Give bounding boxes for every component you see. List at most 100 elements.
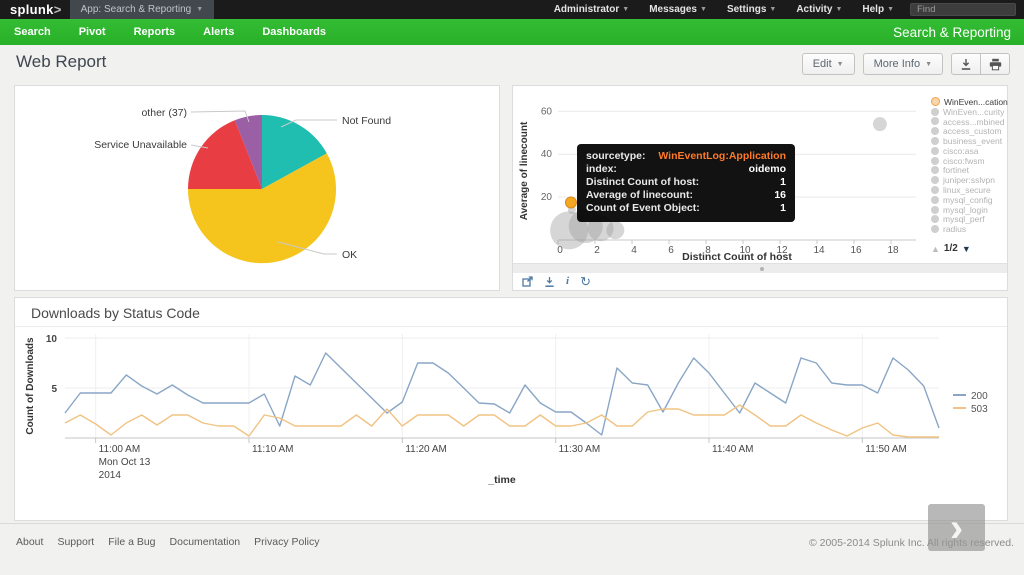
series-line-200[interactable] xyxy=(64,352,940,436)
x-tick-label: 4 xyxy=(631,245,637,256)
scatter-bubble[interactable] xyxy=(606,221,625,240)
chevron-right-icon: › xyxy=(949,505,964,550)
footer-link-privacy-policy[interactable]: Privacy Policy xyxy=(254,536,319,548)
legend-item-juniper-sslvpn[interactable]: juniper:sslvpn xyxy=(931,175,1007,185)
tooltip-label: Count of Event Object: xyxy=(586,202,700,214)
nav-items: Search Pivot Reports Alerts Dashboards xyxy=(0,19,340,45)
tooltip-label: index: xyxy=(586,163,617,175)
scatter-legend: WinEven...cation WinEven...curity access..… xyxy=(931,97,1008,234)
menu-label: Messages xyxy=(649,4,697,15)
nav-dashboards[interactable]: Dashboards xyxy=(248,19,340,45)
y-tick-label: 10 xyxy=(46,334,58,345)
pie-chart-panel: Not Found OK Service Unavailable other (37) xyxy=(14,85,500,291)
legend-item-mysql-config[interactable]: mysql_config xyxy=(931,195,1007,205)
nav-pivot[interactable]: Pivot xyxy=(65,19,120,45)
print-icon xyxy=(989,58,1001,70)
print-button[interactable] xyxy=(980,53,1010,75)
series-line-503[interactable] xyxy=(64,404,939,438)
x-tick-label: 18 xyxy=(887,245,899,256)
legend-item-linux-secure[interactable]: linux_secure xyxy=(931,185,1007,195)
line-chart-panel: Downloads by Status Code 5 10 11:00 AM Mon … xyxy=(14,297,1008,521)
menu-activity[interactable]: Activity ▼ xyxy=(796,4,842,15)
pie-chart[interactable]: Not Found OK Service Unavailable other (37) xyxy=(15,86,499,290)
legend-item-label: cisco:asa xyxy=(943,145,979,156)
menu-messages[interactable]: Messages ▼ xyxy=(649,4,707,15)
line-x-axis-label: _time xyxy=(487,474,516,486)
legend-item-fortinet[interactable]: fortinet xyxy=(931,165,1007,175)
page-down-icon[interactable]: ▼ xyxy=(962,244,971,254)
splunk-dashboard-app: splunk> App: Search & Reporting ▼ Admini… xyxy=(0,0,1024,575)
legend-item-label: juniper:sslvpn xyxy=(943,175,995,186)
legend-item-label: radius xyxy=(943,224,967,235)
next-overlay-button[interactable]: › xyxy=(928,504,985,551)
legend-swatch-icon xyxy=(931,146,939,155)
legend-swatch-icon xyxy=(931,97,940,107)
legend-item-access-mbined[interactable]: access...mbined xyxy=(931,117,1007,127)
chevron-down-icon: ▼ xyxy=(769,6,777,13)
legend-item-label: mysql_config xyxy=(943,194,993,205)
pie-label-not-found: Not Found xyxy=(342,115,391,127)
legend-item-access-custom[interactable]: access_custom xyxy=(931,126,1007,136)
legend-item-cisco-asa[interactable]: cisco:asa xyxy=(931,146,1007,156)
menu-help[interactable]: Help ▼ xyxy=(862,4,894,15)
tooltip-value: 16 xyxy=(774,189,786,201)
nav-search[interactable]: Search xyxy=(0,19,65,45)
legend-item-label: business_event xyxy=(943,136,1003,147)
scatter-y-axis-label: Average of linecount xyxy=(519,121,530,220)
line-y-axis-label: Count of Downloads xyxy=(25,337,36,435)
x-tick-label: 11:50 AM xyxy=(865,444,907,455)
legend-item-label: cisco:fwsm xyxy=(943,155,985,166)
edit-button[interactable]: Edit ▼ xyxy=(801,53,855,75)
footer-link-support[interactable]: Support xyxy=(57,536,94,548)
more-info-button[interactable]: More Info ▼ xyxy=(862,53,943,75)
legend-swatch-icon xyxy=(931,205,939,214)
menu-administrator[interactable]: Administrator ▼ xyxy=(554,4,630,15)
menu-label: Activity xyxy=(796,4,833,15)
download-button[interactable] xyxy=(951,53,981,75)
legend-item-label[interactable]: 503 xyxy=(971,404,988,415)
legend-item-wineven-curity[interactable]: WinEven...curity xyxy=(931,107,1007,117)
legend-item-mysql-perf[interactable]: mysql_perf xyxy=(931,214,1007,224)
x-tick-date-label: Mon Oct 13 xyxy=(99,457,151,468)
scatter-bubble[interactable] xyxy=(872,117,887,132)
top-menus: Administrator ▼ Messages ▼ Settings ▼ Activity… xyxy=(554,4,894,15)
legend-swatch-icon xyxy=(931,225,939,234)
export-icon[interactable] xyxy=(544,276,555,288)
legend-page-indicator: 1/2 xyxy=(943,243,958,254)
footer-link-about[interactable]: About xyxy=(16,536,43,548)
legend-item-business-event[interactable]: business_event xyxy=(931,136,1007,146)
legend-item-cisco-fwsm[interactable]: cisco:fwsm xyxy=(931,156,1007,166)
menu-settings[interactable]: Settings ▼ xyxy=(727,4,776,15)
chevron-down-icon: ▼ xyxy=(196,6,204,13)
line-chart[interactable]: 5 10 11:00 AM Mon Oct 13 2014 11:10 AM 11:20 A… xyxy=(15,298,1007,520)
legend-item-radius[interactable]: radius xyxy=(931,224,1007,234)
tooltip-value: oidemo xyxy=(748,163,786,175)
legend-item-label: WinEven...curity xyxy=(943,106,1005,117)
find-input[interactable] xyxy=(910,3,1016,16)
open-in-search-icon[interactable] xyxy=(522,276,533,287)
footer-divider xyxy=(0,523,1024,524)
nav-alerts[interactable]: Alerts xyxy=(189,19,248,45)
scrollbar-handle[interactable] xyxy=(760,267,764,271)
menu-label: Administrator xyxy=(553,4,620,15)
horizontal-scrollbar[interactable] xyxy=(513,263,1007,273)
nav-reports[interactable]: Reports xyxy=(120,19,190,45)
x-tick-label: 11:20 AM xyxy=(405,444,447,455)
menu-label: Help xyxy=(862,4,885,15)
footer-links: About Support File a Bug Documentation Priva… xyxy=(16,536,320,548)
y-tick-label: 5 xyxy=(51,384,57,395)
legend-item-mysql-login[interactable]: mysql_login xyxy=(931,205,1007,215)
page-up-icon[interactable]: ▲ xyxy=(931,244,940,254)
x-tick-label: 11:40 AM xyxy=(712,444,754,455)
footer-link-file-a-bug[interactable]: File a Bug xyxy=(108,536,155,548)
scatter-bubble-selected[interactable] xyxy=(564,196,577,209)
splunk-logo[interactable]: splunk> xyxy=(0,2,70,17)
app-switcher-menu[interactable]: App: Search & Reporting ▼ xyxy=(69,0,215,19)
legend-item-label: access_custom xyxy=(943,126,1002,137)
refresh-icon[interactable]: ↻ xyxy=(580,275,591,288)
legend-swatch-icon xyxy=(931,107,939,116)
legend-item-wineven-cation[interactable]: WinEven...cation xyxy=(931,97,1008,107)
legend-item-label[interactable]: 200 xyxy=(971,391,988,402)
footer-link-documentation[interactable]: Documentation xyxy=(170,536,241,548)
inspect-icon[interactable]: i xyxy=(566,276,569,287)
